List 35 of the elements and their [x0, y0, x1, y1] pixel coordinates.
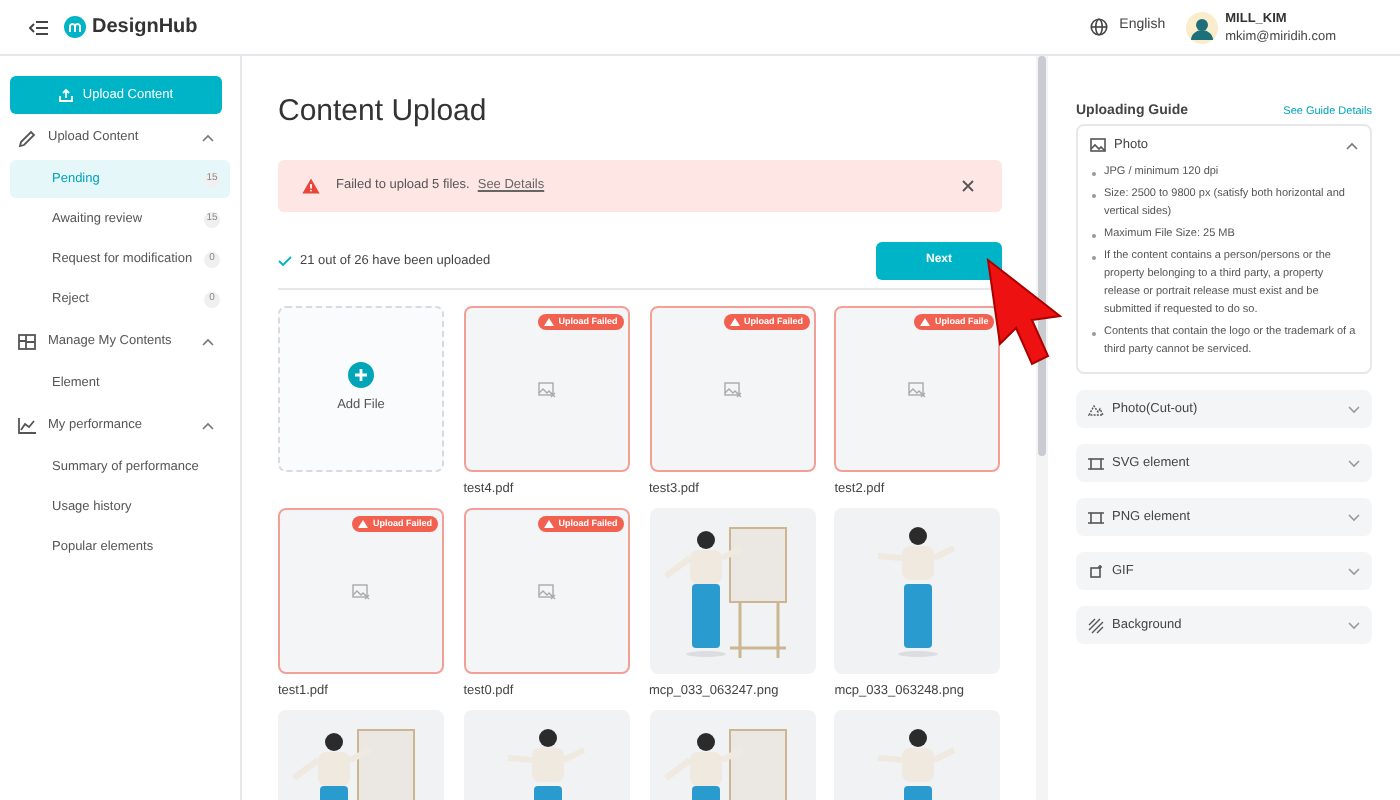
globe-icon[interactable] — [1089, 18, 1108, 36]
frame-icon — [1088, 455, 1104, 471]
chevron-up-icon[interactable] — [202, 338, 214, 346]
plus-icon — [348, 362, 374, 389]
close-icon[interactable] — [962, 180, 974, 192]
logo-icon[interactable] — [64, 16, 86, 38]
chevron-down-icon[interactable] — [1348, 459, 1360, 467]
mountains-icon — [1088, 402, 1104, 416]
menu-icon[interactable] — [28, 19, 48, 35]
broken-image-icon — [537, 381, 556, 397]
chevron-up-icon[interactable] — [1346, 141, 1358, 149]
avatar[interactable] — [1185, 11, 1218, 43]
logo-text[interactable]: DesignHub — [92, 12, 198, 42]
broken-image-icon — [537, 583, 556, 599]
broken-image-icon — [908, 381, 927, 397]
image-icon — [1090, 138, 1106, 152]
broken-image-icon — [352, 583, 370, 599]
pencil-icon — [18, 129, 36, 147]
broken-image-icon — [723, 381, 741, 397]
page-title: Content Upload — [278, 92, 489, 132]
chevron-up-icon[interactable] — [202, 422, 214, 430]
chevron-down-icon[interactable] — [1348, 567, 1360, 575]
layout-icon — [18, 334, 36, 350]
chevron-down-icon[interactable] — [1348, 513, 1360, 521]
line-chart-icon — [18, 418, 36, 434]
check-icon — [278, 256, 292, 266]
hatched-pattern-icon — [1088, 617, 1104, 633]
upload-icon — [58, 88, 75, 102]
warning-icon — [302, 178, 320, 194]
frame-icon — [1088, 509, 1104, 525]
chevron-up-icon[interactable] — [202, 134, 214, 142]
scrollbar-thumb[interactable] — [1038, 56, 1046, 456]
chevron-down-icon[interactable] — [1348, 621, 1360, 629]
sparkle-frame-icon — [1088, 563, 1104, 579]
chevron-down-icon[interactable] — [1348, 405, 1360, 413]
